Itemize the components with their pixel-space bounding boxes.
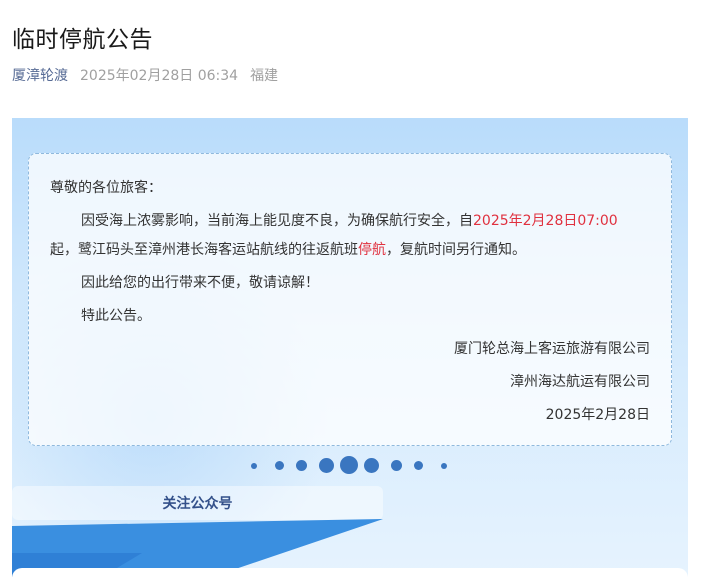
notice-start-time: 2025年2月28日07:00 <box>473 213 618 229</box>
dot-icon <box>251 463 257 469</box>
notice-line-1-text: 因受海上浓雾影响，当前海上能见度不良，为确保航行安全，自 <box>81 213 473 229</box>
dot-icon <box>364 458 379 473</box>
article-meta: 厦漳轮渡 2025年02月28日 06:34 福建 <box>12 65 278 85</box>
notice-line-3: 因此给您的出行带来不便，敬请谅解！ <box>81 275 319 291</box>
article-title: 临时停航公告 <box>12 27 153 53</box>
dot-icon <box>441 463 447 469</box>
notice-line-1: 因受海上浓雾影响，当前海上能见度不良，为确保航行安全，自2025年2月28日07… <box>81 211 618 231</box>
publish-region: 福建 <box>250 68 279 84</box>
dot-icon <box>275 461 284 470</box>
dot-icon <box>319 458 334 473</box>
notice-signature-date: 2025年2月28日 <box>545 407 650 423</box>
notice-signature-company-1: 厦门轮总海上客运旅游有限公司 <box>454 341 650 357</box>
notice-line-2-suffix: ，复航时间另行通知。 <box>386 242 526 258</box>
notice-line-2: 起，鹭江码头至漳州港长海客运站航线的往返航班停航，复航时间另行通知。 <box>50 240 526 260</box>
dot-icon <box>340 456 358 474</box>
notice-greeting: 尊敬的各位旅客： <box>50 180 162 196</box>
notice-banner-image: 尊敬的各位旅客： 因受海上浓雾影响，当前海上能见度不良，为确保航行安全，自202… <box>12 118 688 577</box>
publish-date: 2025年02月28日 06:34 <box>80 68 239 84</box>
dot-icon <box>296 460 307 471</box>
notice-card: 尊敬的各位旅客： 因受海上浓雾影响，当前海上能见度不良，为确保航行安全，自202… <box>28 153 672 446</box>
account-name-link[interactable]: 厦漳轮渡 <box>12 65 68 85</box>
dot-icon <box>391 460 402 471</box>
notice-signature-company-2: 漳州海达航运有限公司 <box>510 374 650 390</box>
dot-icon <box>414 461 423 470</box>
notice-status: 停航 <box>358 242 386 258</box>
notice-line-4: 特此公告。 <box>81 308 151 324</box>
next-section-card <box>12 568 688 577</box>
notice-line-2-text: 起，鹭江码头至漳州港长海客运站航线的往返航班 <box>50 242 358 258</box>
decorative-dots <box>12 455 688 477</box>
